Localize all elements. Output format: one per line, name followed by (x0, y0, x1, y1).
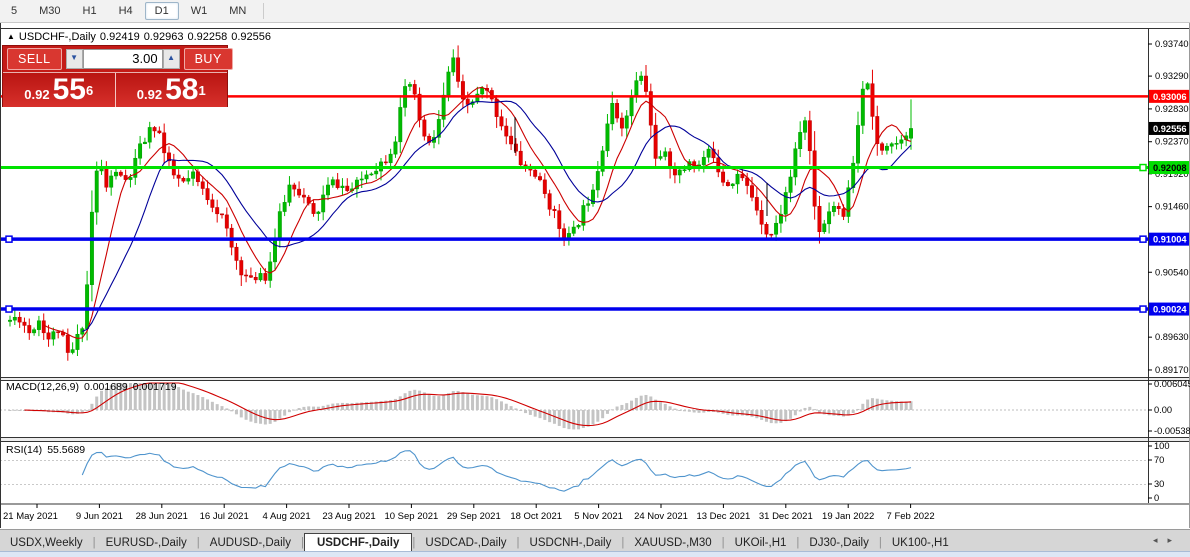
svg-text:28 Jun 2021: 28 Jun 2021 (136, 511, 188, 522)
status-bar (0, 551, 1190, 557)
tab-uk100-h1[interactable]: UK100-,H1 (882, 534, 959, 552)
svg-text:30: 30 (1154, 479, 1164, 489)
svg-text:21 May 2021: 21 May 2021 (3, 511, 58, 522)
svg-text:19 Jan 2022: 19 Jan 2022 (822, 511, 874, 522)
svg-text:31 Dec 2021: 31 Dec 2021 (759, 511, 813, 522)
ohlc-close: 0.92556 (231, 31, 271, 43)
svg-text:10 Sep 2021: 10 Sep 2021 (384, 511, 438, 522)
collapse-triangle-icon[interactable]: ▲ (7, 32, 15, 41)
svg-text:16 Jul 2021: 16 Jul 2021 (200, 511, 249, 522)
timeframe-button-5[interactable]: 5 (1, 2, 27, 20)
buy-price-big: 58 (165, 73, 199, 106)
svg-text:0: 0 (1154, 493, 1159, 503)
svg-text:0.91460: 0.91460 (1155, 202, 1189, 212)
svg-text:0.90024: 0.90024 (1153, 305, 1187, 315)
tab-usdchf-daily[interactable]: USDCHF-,Daily (303, 533, 413, 552)
sell-button[interactable]: SELL (7, 48, 62, 70)
tab-usdx-weekly[interactable]: USDX,Weekly (0, 534, 93, 552)
sell-price-base: 0.92 (24, 86, 50, 102)
svg-text:18 Oct 2021: 18 Oct 2021 (510, 511, 562, 522)
ohlc-low: 0.92258 (187, 31, 228, 43)
svg-text:0.92556: 0.92556 (1153, 124, 1187, 134)
tab-usdcad-daily[interactable]: USDCAD-,Daily (415, 534, 516, 552)
volume-increase-icon[interactable]: ▲ (162, 49, 180, 69)
buy-price[interactable]: 0.92 58 1 (115, 73, 227, 107)
svg-text:0.92830: 0.92830 (1155, 104, 1189, 114)
macd-value-signal: 0.001719 (132, 381, 177, 393)
sell-price-big: 55 (52, 73, 86, 106)
timeframe-button-h1[interactable]: H1 (73, 2, 107, 20)
tabs-scroll-arrows[interactable]: ◂▸ (1153, 535, 1182, 546)
macd-value-main: 0.001689 (83, 381, 128, 393)
buy-price-sup: 1 (198, 82, 206, 98)
svg-text:0.006045: 0.006045 (1154, 379, 1190, 389)
symbol-tabbar: USDX,Weekly | EURUSD-,Daily | AUDUSD-,Daily |… (0, 529, 1190, 552)
svg-text:0.00: 0.00 (1154, 405, 1172, 415)
svg-text:0.93740: 0.93740 (1155, 39, 1189, 49)
svg-text:29 Sep 2021: 29 Sep 2021 (447, 511, 501, 522)
svg-text:0.90540: 0.90540 (1155, 267, 1189, 277)
chart-symbol: USDCHF-,Daily (18, 31, 96, 43)
volume-input[interactable]: 3.00 (82, 49, 163, 69)
rsi-value: 55.5689 (47, 444, 86, 456)
mt4-window: 5 M30 H1 H4 D1 W1 MN 0.93740 0.93290 0.92830 0.92… (0, 0, 1190, 557)
buy-button[interactable]: BUY (183, 48, 233, 70)
toolbar-separator (263, 3, 265, 19)
svg-text:0.93290: 0.93290 (1155, 71, 1189, 81)
ohlc-high: 0.92963 (143, 31, 184, 43)
timeframe-button-w1[interactable]: W1 (181, 2, 218, 20)
svg-text:0.89630: 0.89630 (1155, 332, 1189, 342)
ohlc-open: 0.92419 (99, 31, 140, 43)
svg-text:9 Jun 2021: 9 Jun 2021 (76, 511, 123, 522)
buy-price-base: 0.92 (136, 86, 163, 102)
svg-text:0.92008: 0.92008 (1153, 163, 1187, 173)
timeframe-button-mn[interactable]: MN (219, 2, 256, 20)
rsi-label: RSI(14) 55.5689 (6, 444, 90, 456)
sell-price-sup: 6 (85, 82, 94, 98)
sell-price[interactable]: 0.92 55 6 (3, 73, 116, 107)
svg-text:4 Aug 2021: 4 Aug 2021 (263, 511, 311, 522)
svg-text:100: 100 (1154, 441, 1170, 451)
timeframe-button-m30[interactable]: M30 (29, 2, 70, 20)
tab-usdcnh-daily[interactable]: USDCNH-,Daily (520, 534, 622, 552)
tab-eurusd-daily[interactable]: EURUSD-,Daily (96, 534, 197, 552)
svg-text:0.93006: 0.93006 (1153, 92, 1187, 102)
tab-audusd-daily[interactable]: AUDUSD-,Daily (200, 534, 301, 552)
tab-dj30-daily[interactable]: DJ30-,Daily (799, 534, 878, 552)
macd-name: MACD(12,26,9) (6, 381, 79, 393)
volume-decrease-icon[interactable]: ▼ (65, 49, 83, 69)
tab-xauusd-m30[interactable]: XAUUSD-,M30 (624, 534, 721, 552)
svg-text:0.92370: 0.92370 (1155, 137, 1189, 147)
svg-text:13 Dec 2021: 13 Dec 2021 (696, 511, 750, 522)
one-click-trade-panel: SELL ▼ 3.00 ▲ BUY 0.92 55 6 0.92 58 1 (2, 45, 233, 107)
timeframe-button-h4[interactable]: H4 (109, 2, 143, 20)
svg-text:5 Nov 2021: 5 Nov 2021 (574, 511, 623, 522)
svg-text:23 Aug 2021: 23 Aug 2021 (322, 511, 375, 522)
svg-text:-0.00538: -0.00538 (1154, 426, 1190, 436)
svg-text:0.89170: 0.89170 (1155, 365, 1189, 375)
svg-text:70: 70 (1154, 455, 1164, 465)
rsi-name: RSI(14) (6, 444, 43, 456)
timeframe-button-d1[interactable]: D1 (144, 2, 179, 20)
svg-text:7 Feb 2022: 7 Feb 2022 (887, 511, 935, 522)
chart-title: ▲ USDCHF-,Daily 0.92419 0.92963 0.92258 0.925… (7, 31, 275, 43)
svg-text:0.91004: 0.91004 (1153, 235, 1187, 245)
timeframe-toolbar: 5 M30 H1 H4 D1 W1 MN (0, 0, 1190, 23)
macd-label: MACD(12,26,9) 0.001689 0.001719 (6, 381, 182, 393)
svg-text:24 Nov 2021: 24 Nov 2021 (634, 511, 688, 522)
tab-ukoil-h1[interactable]: UKOil-,H1 (725, 534, 797, 552)
